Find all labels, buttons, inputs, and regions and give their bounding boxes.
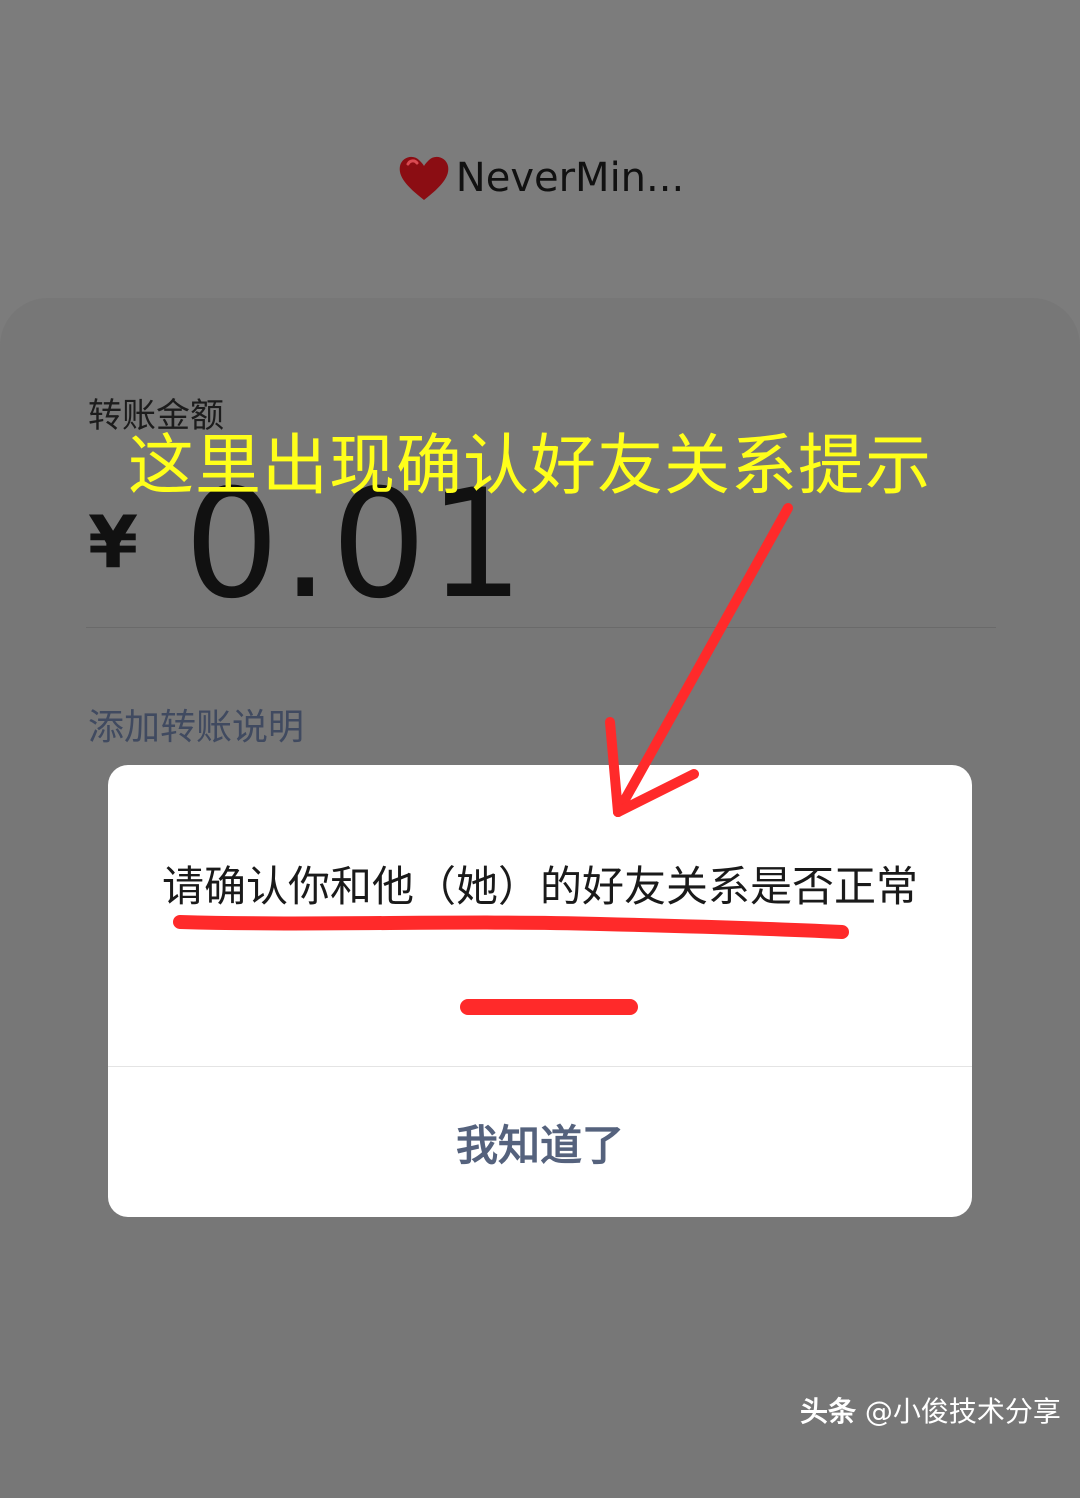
watermark-brand: 头条 xyxy=(800,1395,857,1428)
acknowledge-button[interactable]: 我知道了 xyxy=(108,1067,972,1217)
dialog-message: 请确认你和他（她）的好友关系是否正常 xyxy=(161,862,918,911)
watermark-handle: @小俊技术分享 xyxy=(856,1395,1061,1428)
annotation-text: 这里出现确认好友关系提示 xyxy=(128,427,932,504)
heart-icon xyxy=(399,156,449,200)
amount-divider xyxy=(86,627,996,628)
add-note-link[interactable]: 添加转账说明 xyxy=(88,698,304,750)
watermark: 头条 @小俊技术分享 xyxy=(800,1390,1061,1430)
currency-symbol: ¥ xyxy=(88,500,139,584)
recipient-name: NeverMin... xyxy=(455,155,685,201)
recipient-header: NeverMin... xyxy=(0,150,1080,206)
